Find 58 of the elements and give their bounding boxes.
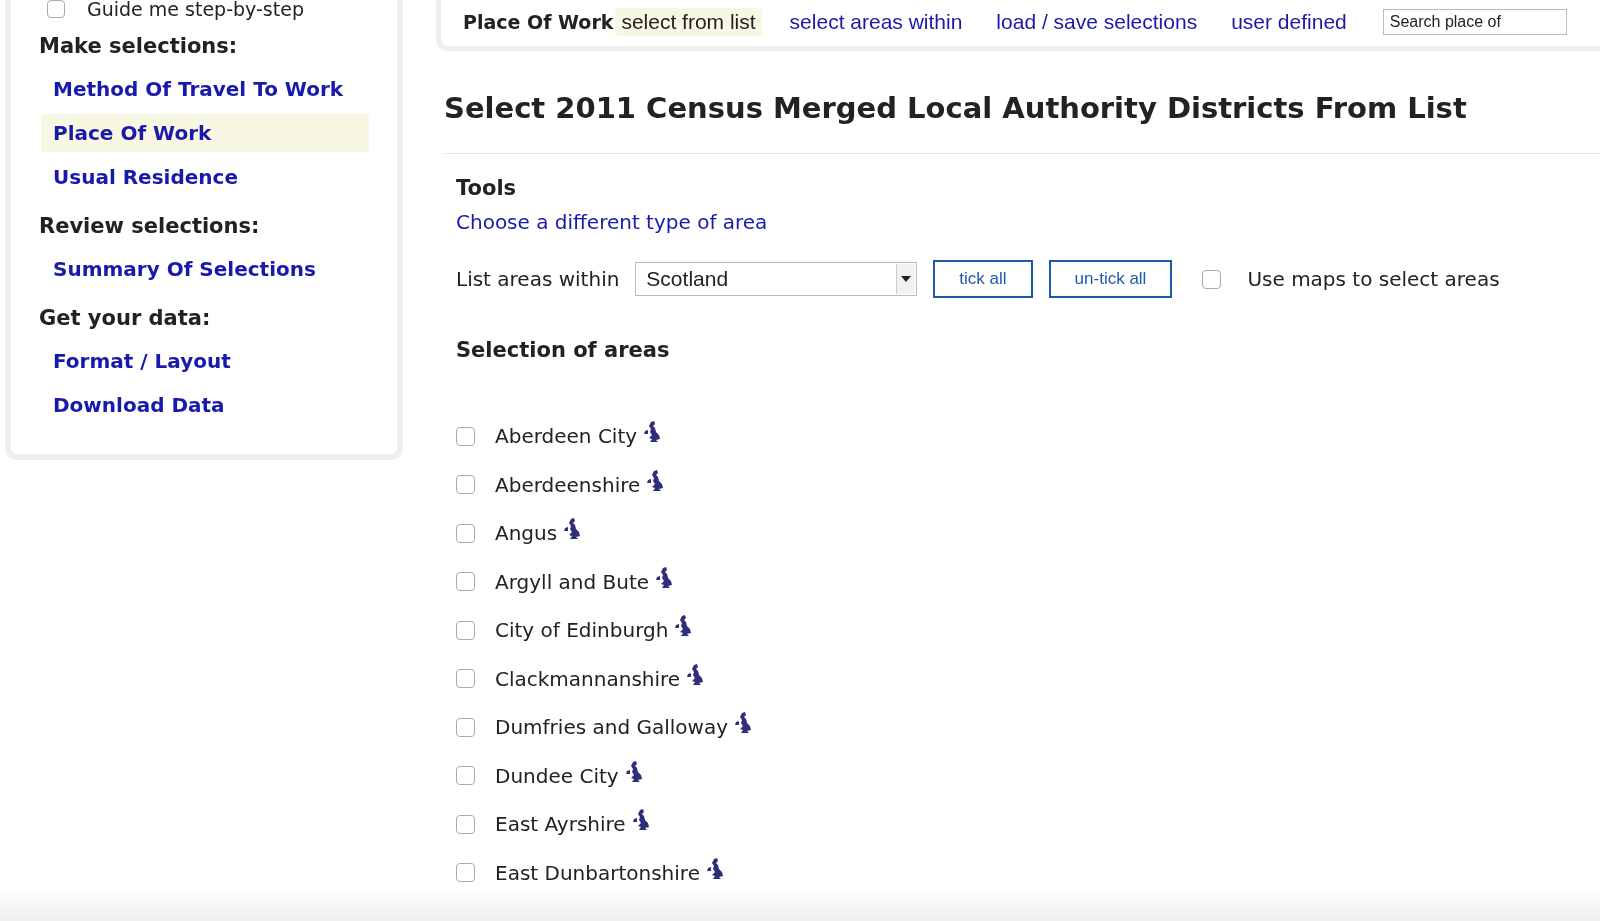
checkbox[interactable] bbox=[456, 426, 475, 446]
nav-tab[interactable]: select areas within bbox=[783, 8, 969, 36]
checkbox[interactable] bbox=[456, 475, 475, 495]
area-name: Clackmannanshire bbox=[495, 666, 681, 691]
map-icon[interactable] bbox=[643, 421, 662, 444]
map-icon[interactable] bbox=[563, 518, 582, 541]
sidebar-link[interactable]: Format / Layout bbox=[41, 342, 369, 380]
map-icon[interactable] bbox=[686, 663, 705, 686]
map-icon[interactable] bbox=[646, 469, 665, 492]
area-type-link[interactable]: Choose a different type of area bbox=[456, 210, 768, 234]
nav-tab[interactable]: select from list bbox=[615, 8, 762, 36]
sidebar-link[interactable]: Usual Residence bbox=[41, 158, 369, 196]
checkbox[interactable] bbox=[47, 0, 65, 18]
checkbox[interactable] bbox=[456, 717, 475, 737]
tools-heading: Tools bbox=[456, 176, 518, 200]
area-name: East Dunbartonshire bbox=[495, 860, 700, 885]
checkbox[interactable] bbox=[456, 620, 475, 640]
map-icon[interactable] bbox=[674, 615, 693, 638]
map-icon[interactable] bbox=[624, 760, 643, 783]
map-icon[interactable] bbox=[705, 857, 724, 880]
checkbox[interactable] bbox=[456, 572, 475, 592]
tick-button[interactable]: un-tick all bbox=[1048, 260, 1173, 298]
checkbox[interactable] bbox=[456, 814, 475, 834]
area-name: Aberdeen City bbox=[495, 424, 638, 449]
area-name: Dundee City bbox=[495, 763, 619, 788]
section-heading: Get your data: bbox=[39, 306, 212, 330]
area-name: Angus bbox=[495, 521, 558, 546]
map-icon[interactable] bbox=[734, 712, 752, 735]
sidebar-link[interactable]: Download Data bbox=[41, 386, 369, 424]
checkbox[interactable] bbox=[456, 863, 475, 883]
section-heading: Make selections: bbox=[39, 34, 239, 58]
nav-title: Place Of Work bbox=[463, 11, 614, 33]
selection-heading: Selection of areas bbox=[456, 338, 671, 362]
sidebar-link[interactable]: Method Of Travel To Work bbox=[41, 70, 369, 108]
nav-tab[interactable]: load / save selections bbox=[990, 8, 1204, 36]
checkbox[interactable] bbox=[1202, 269, 1222, 289]
area-dropdown[interactable]: Scotland bbox=[635, 262, 918, 296]
area-name: Dumfries and Galloway bbox=[495, 715, 728, 740]
nav-tab[interactable]: user defined bbox=[1225, 8, 1353, 36]
area-name: Aberdeenshire bbox=[495, 472, 641, 497]
sidebar-link[interactable]: Summary Of Selections bbox=[41, 250, 369, 288]
search-field[interactable]: Search place of bbox=[1382, 9, 1567, 35]
map-icon[interactable] bbox=[655, 566, 674, 589]
checkbox[interactable] bbox=[456, 523, 475, 543]
guide-label: Guide me step-by-step bbox=[87, 0, 304, 20]
area-name: East Ayrshire bbox=[495, 812, 626, 837]
area-name: Argyll and Bute bbox=[495, 569, 650, 594]
area-name: City of Edinburgh bbox=[495, 618, 669, 643]
checkbox[interactable] bbox=[456, 669, 475, 689]
map-icon[interactable] bbox=[631, 809, 650, 832]
maps-label: Use maps to select areas bbox=[1247, 267, 1500, 291]
section-heading: Review selections: bbox=[39, 214, 261, 238]
sidebar-link[interactable]: Place Of Work bbox=[41, 114, 369, 152]
checkbox[interactable] bbox=[456, 766, 475, 786]
list-within-label: List areas within bbox=[456, 267, 620, 291]
page-heading: Select 2011 Census Merged Local Authority Districts From List bbox=[444, 91, 1468, 125]
dropdown-arrow-icon bbox=[901, 276, 912, 282]
tick-button[interactable]: tick all bbox=[933, 260, 1033, 298]
